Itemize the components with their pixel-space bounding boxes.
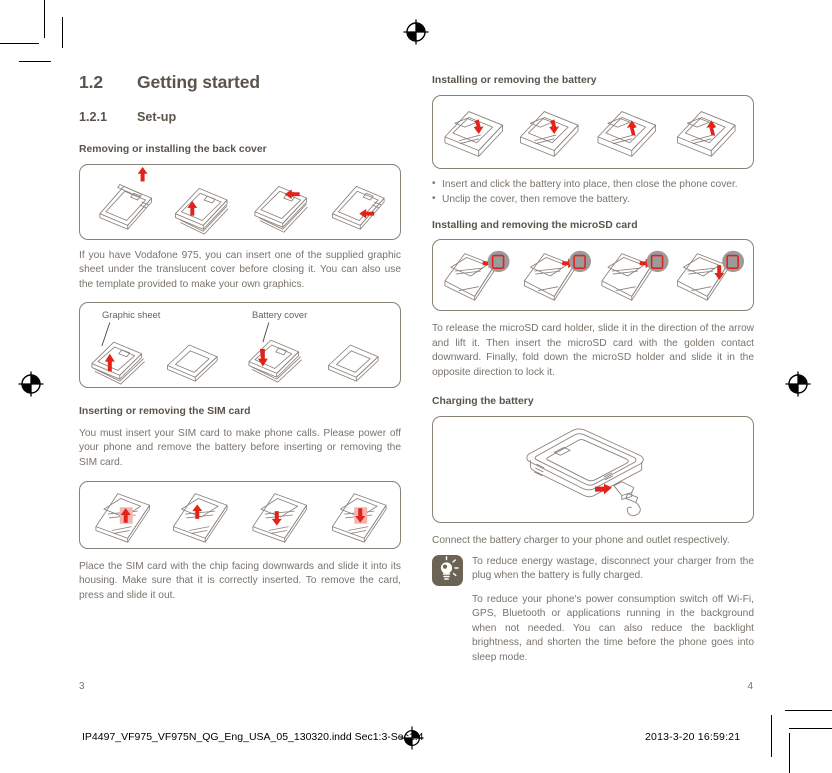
section-number: 1.2 <box>79 72 104 92</box>
registration-mark-left <box>18 371 44 397</box>
tip-text: To reduce energy wastage, disconnect you… <box>472 555 754 666</box>
section-heading: 1.2 Getting started <box>79 72 401 93</box>
paragraph-microsd: To release the microSD card holder, slid… <box>432 323 754 378</box>
subsection-heading: 1.2.1 Set-up <box>79 110 401 124</box>
heading-charging: Charging the battery <box>432 396 534 408</box>
figure-label-battery-cover: Battery cover <box>252 309 308 321</box>
print-page: 1.2 Getting started 1.2.1 Set-up Removin… <box>0 0 832 773</box>
figure-back-cover-steps <box>79 163 401 240</box>
section-title: Getting started <box>137 72 260 92</box>
list-item: Insert and click the battery into place,… <box>432 176 754 192</box>
imprint-timestamp: 2013-3-20 16:59:21 <box>645 731 741 743</box>
paragraph-sim-card-after: Place the SIM card with the chip facing … <box>79 560 401 601</box>
list-item: Unclip the cover, then remove the batter… <box>432 191 754 207</box>
right-column: Installing or removing the battery • Ins… <box>432 72 754 666</box>
figure-sim-card-steps <box>79 480 401 549</box>
figure-charging-illustration <box>432 415 754 523</box>
figure-microsd-steps <box>432 239 754 312</box>
subsection-number: 1.2.1 <box>79 110 108 124</box>
registration-mark-top <box>403 19 429 45</box>
tip-block: To reduce energy wastage, disconnect you… <box>432 554 754 666</box>
tip-paragraph-2: To reduce your phone's power consumption… <box>472 593 754 664</box>
battery-bullet-list: Insert and click the battery into place,… <box>432 176 754 207</box>
heading-microsd: Installing and removing the microSD card <box>432 219 638 231</box>
lightbulb-icon <box>432 554 463 586</box>
red-arrows <box>473 118 717 136</box>
figure-label-graphic-sheet: Graphic sheet <box>102 309 161 321</box>
red-arrow <box>594 483 612 495</box>
registration-mark-right <box>785 371 811 397</box>
heading-back-cover: Removing or installing the back cover <box>79 144 267 155</box>
red-arrows <box>119 503 368 526</box>
subsection-title: Set-up <box>137 110 177 124</box>
paragraph-graphic-sheet: If you have Vodafone 975, you can insert… <box>79 249 401 290</box>
paragraph-sim-card: You must insert your SIM card to make ph… <box>79 427 401 468</box>
figure-battery-steps <box>432 94 754 169</box>
figure-graphic-sheet-steps: Graphic sheet Battery cover <box>79 302 401 389</box>
tip-paragraph-1: To reduce energy wastage, disconnect you… <box>472 555 754 582</box>
imprint-filename: IP4497_VF975_VF975N_QG_Eng_USA_05_130320… <box>82 731 424 743</box>
heading-battery: Installing or removing the battery <box>432 75 597 86</box>
page-number-right: 4 <box>747 681 753 692</box>
paragraph-charging: Connect the battery charger to your phon… <box>432 534 730 546</box>
page-number-left: 3 <box>79 681 85 692</box>
left-column: 1.2 Getting started 1.2.1 Set-up Removin… <box>79 72 401 611</box>
heading-sim-card: Inserting or removing the SIM card <box>79 406 251 418</box>
